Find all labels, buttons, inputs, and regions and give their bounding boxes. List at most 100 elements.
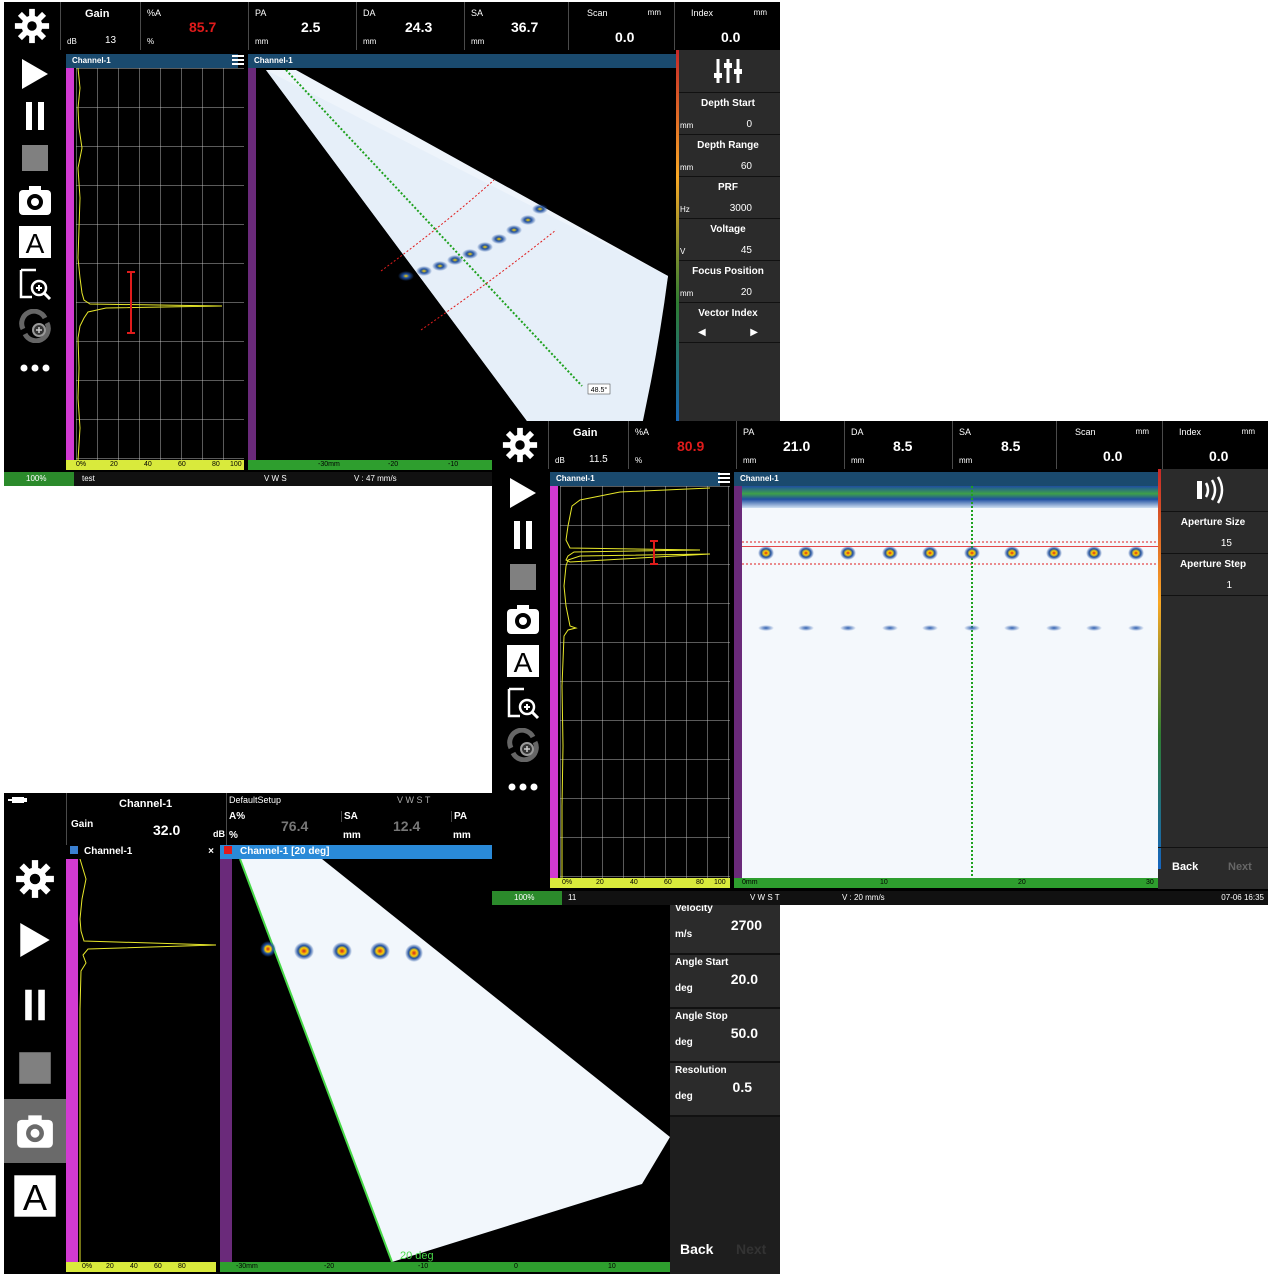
- panel-header[interactable]: [676, 50, 780, 93]
- annotation-button[interactable]: A: [11, 222, 59, 262]
- pa-unit: mm: [743, 456, 757, 465]
- back-button[interactable]: Back: [680, 1241, 713, 1257]
- view-flags: V W S: [264, 474, 287, 483]
- pause-button[interactable]: [23, 973, 47, 1037]
- annotation-button[interactable]: A: [13, 1163, 57, 1229]
- sscan-title-bar: Channel-1: [248, 54, 676, 68]
- defect-indications: [758, 546, 1144, 560]
- menu-button[interactable]: [718, 472, 730, 486]
- more-icon: [508, 783, 538, 791]
- param-unit: mm: [680, 163, 694, 172]
- ascan-plot: [76, 68, 244, 460]
- next-button[interactable]: Next: [736, 1241, 766, 1257]
- param-velocity[interactable]: Velocity m/s 2700: [670, 901, 780, 955]
- next-button[interactable]: Next: [1228, 861, 1252, 873]
- zoom-button[interactable]: [11, 264, 59, 304]
- zoom-button[interactable]: [499, 683, 547, 723]
- ascan-depth-ruler: [66, 68, 74, 460]
- more-button[interactable]: [499, 767, 547, 807]
- vector-prev-button[interactable]: ◀: [698, 327, 706, 338]
- param-title: Angle Stop: [675, 1011, 728, 1022]
- rotate-zoom-button[interactable]: [499, 725, 547, 765]
- ascan-title-bar: Channel-1: [66, 54, 238, 68]
- snapshot-button[interactable]: [499, 599, 547, 639]
- view-flags: V W S T: [397, 795, 431, 805]
- param-aperture-size[interactable]: Aperture Size 15: [1158, 511, 1268, 554]
- gain-unit: dB: [213, 829, 225, 839]
- param-unit: V: [680, 247, 686, 256]
- snapshot-button[interactable]: [4, 1099, 66, 1163]
- param-aperture-step[interactable]: Aperture Step 1: [1158, 553, 1268, 596]
- param-voltage[interactable]: Voltage V 45: [676, 218, 780, 261]
- ascan-waveform: [79, 859, 216, 1262]
- param-value: 20.0: [730, 971, 758, 987]
- stop-button[interactable]: [11, 138, 59, 178]
- menu-button[interactable]: [232, 54, 244, 68]
- lscan-depth-ruler: [734, 486, 742, 878]
- pause-button[interactable]: [11, 96, 59, 136]
- pa-cell: PA mm 2.5: [248, 2, 357, 50]
- gear-icon: [14, 8, 50, 44]
- svg-text:A: A: [514, 647, 533, 678]
- param-prf[interactable]: PRF Hz 3000: [676, 176, 780, 219]
- panel-header[interactable]: [1158, 469, 1268, 512]
- index-label: Index: [1179, 427, 1202, 437]
- sa-value: 8.5: [1001, 438, 1021, 454]
- pa-label: PA: [451, 811, 467, 822]
- play-button[interactable]: [18, 907, 52, 973]
- ruler-label: 60: [664, 879, 672, 886]
- zoom-indicator: 100%: [492, 891, 562, 905]
- settings-panel: Depth Start mm 0 Depth Range mm 60 PRF Hz 3000…: [676, 50, 780, 472]
- sscan-title: Channel-1: [254, 56, 293, 65]
- play-icon: [22, 59, 48, 89]
- stop-icon: [510, 564, 536, 590]
- ascan-title-bar: Channel-1: [550, 472, 720, 486]
- param-focus-position[interactable]: Focus Position mm 20: [676, 260, 780, 303]
- param-angle-start[interactable]: Angle Start deg 20.0: [670, 955, 780, 1009]
- scan-unit: mm: [647, 8, 661, 17]
- scan-cell: Scan mm 0.0: [568, 2, 675, 50]
- ascan-title: Channel-1: [84, 846, 133, 857]
- gain-cell[interactable]: Gain dB 11.5: [548, 421, 629, 469]
- rotate-zoom-button[interactable]: [11, 306, 59, 346]
- back-button[interactable]: Back: [1172, 861, 1198, 873]
- param-depth-start[interactable]: Depth Start mm 0: [676, 92, 780, 135]
- settings-button[interactable]: [4, 2, 60, 50]
- ruler-label: 60: [154, 1263, 162, 1270]
- da-label: DA: [851, 427, 864, 437]
- snapshot-button[interactable]: [11, 180, 59, 220]
- index-cell: Index mm 0.0: [1162, 421, 1268, 469]
- stop-icon: [22, 145, 48, 171]
- scan-ruler: 0mm 10 20 30: [734, 878, 1158, 888]
- param-angle-stop[interactable]: Angle Stop deg 50.0: [670, 1009, 780, 1063]
- more-button[interactable]: [11, 348, 59, 388]
- param-unit: deg: [675, 1037, 693, 1048]
- sa-label: SA: [959, 427, 972, 437]
- ascan-depth-ruler: [550, 486, 558, 878]
- param-title: Aperture Size: [1180, 517, 1246, 528]
- settings-button[interactable]: [492, 421, 548, 469]
- gain-value[interactable]: 32.0: [153, 822, 180, 838]
- param-depth-range[interactable]: Depth Range mm 60: [676, 134, 780, 177]
- play-button[interactable]: [499, 473, 547, 513]
- play-button[interactable]: [11, 54, 59, 94]
- close-icon[interactable]: ×: [208, 845, 214, 859]
- settings-button[interactable]: [14, 851, 56, 907]
- sscan-plot: 48.5°: [256, 68, 676, 460]
- vector-next-button[interactable]: ▶: [750, 327, 758, 338]
- ruler-label: 40: [130, 1263, 138, 1270]
- gain-cell[interactable]: Gain dB 13: [60, 2, 141, 50]
- param-resolution[interactable]: Resolution deg 0.5: [670, 1063, 780, 1117]
- sa-value: 12.4: [393, 818, 421, 834]
- annotation-button[interactable]: A: [499, 641, 547, 681]
- pause-button[interactable]: [499, 515, 547, 555]
- da-value: 8.5: [893, 438, 913, 454]
- scan-tick: 0mm: [742, 879, 758, 886]
- amplitude-ruler: 0% 20 40 60 80 100: [550, 878, 730, 888]
- stop-button[interactable]: [499, 557, 547, 597]
- ruler-label: 100: [714, 879, 726, 886]
- angle-label: 48.5°: [591, 386, 608, 394]
- stop-button[interactable]: [18, 1037, 52, 1099]
- ruler-label: 0%: [82, 1263, 93, 1270]
- index-cell: Index mm 0.0: [674, 2, 780, 50]
